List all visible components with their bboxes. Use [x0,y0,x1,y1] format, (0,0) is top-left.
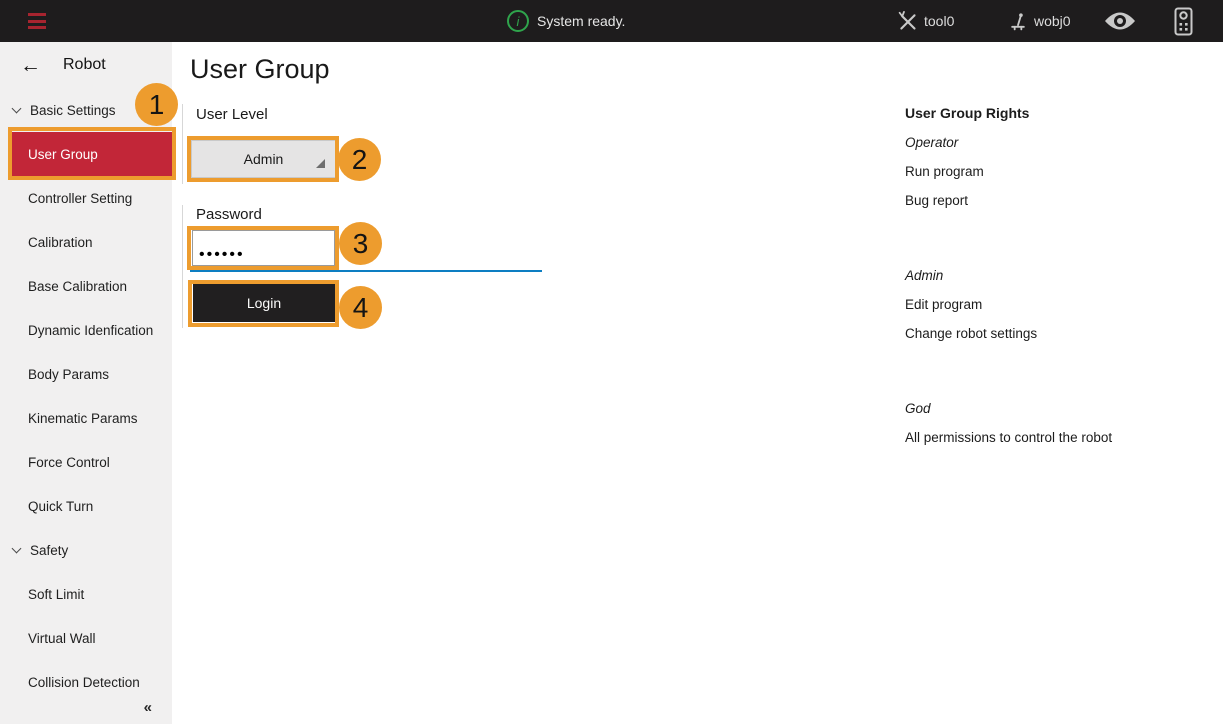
permission-item: Bug report [905,186,1205,215]
user-group-rights-panel: User Group Rights Operator Run program B… [905,99,1205,452]
nav-item-label: Calibration [28,235,93,250]
rights-title: User Group Rights [905,99,1205,128]
nav-item-label: Collision Detection [28,675,140,690]
permission-item: Run program [905,157,1205,186]
sidebar-item-quick-turn[interactable]: Quick Turn [0,484,172,528]
login-button[interactable]: Login [193,284,335,322]
wobj-selector[interactable]: wobj0 [1008,0,1071,42]
sidebar-item-user-group[interactable]: User Group [12,132,172,176]
info-icon: i [507,10,529,32]
collapse-sidebar-button[interactable]: « [144,699,152,716]
monitor-button[interactable] [1104,0,1136,42]
menu-icon [28,13,46,16]
nav-item-label: User Group [28,147,98,162]
chevron-down-icon [12,103,22,113]
sidebar-title: Robot [63,56,106,74]
menu-icon [28,20,46,23]
sidebar-item-calibration[interactable]: Calibration [0,220,172,264]
permission-item: Edit program [905,290,1205,319]
nav-item-label: Controller Setting [28,191,132,206]
annotation-step-4: 4 [339,286,382,329]
nav-item-label: Base Calibration [28,279,127,294]
section-basic-settings[interactable]: Basic Settings [0,88,172,132]
role-operator: Operator [905,128,1205,157]
tool-wrench-icon [897,11,918,32]
nav-item-label: Kinematic Params [28,411,138,426]
group-divider [182,104,183,184]
robot-settings-screen: i System ready. tool0 wobj0 [0,0,1223,724]
sidebar-item-dynamic-idenfication[interactable]: Dynamic Idenfication [0,308,172,352]
sidebar-nav: Basic Settings User Group Controller Set… [0,88,172,704]
field-focus-underline [190,270,542,272]
nav-item-label: Force Control [28,455,110,470]
section-label: Basic Settings [30,103,116,118]
sidebar: ← Robot Basic Settings User Group Contro… [0,42,172,724]
sidebar-item-soft-limit[interactable]: Soft Limit [0,572,172,616]
section-safety[interactable]: Safety [0,528,172,572]
group-divider [182,205,183,328]
password-label: Password [196,206,262,223]
user-level-dropdown[interactable]: Admin [191,140,336,178]
topbar: i System ready. tool0 wobj0 [0,0,1223,42]
sidebar-item-virtual-wall[interactable]: Virtual Wall [0,616,172,660]
menu-button[interactable] [28,13,46,29]
permission-item: All permissions to control the robot [905,423,1205,452]
page-title: User Group [190,54,330,85]
sidebar-header: ← Robot [0,42,172,88]
annotation-step-3: 3 [339,222,382,265]
pendant-button[interactable] [1174,0,1193,42]
sidebar-item-base-calibration[interactable]: Base Calibration [0,264,172,308]
nav-item-label: Quick Turn [28,499,93,514]
annotation-step-2: 2 [338,138,381,181]
user-level-label: User Level [196,106,268,123]
eye-icon [1104,11,1136,31]
nav-item-label: Soft Limit [28,587,84,602]
permission-item: Change robot settings [905,319,1205,348]
sidebar-item-body-params[interactable]: Body Params [0,352,172,396]
sidebar-item-collision-detection[interactable]: Collision Detection [0,660,172,704]
tool-label: tool0 [924,13,954,29]
sidebar-item-force-control[interactable]: Force Control [0,440,172,484]
role-admin: Admin [905,261,1205,290]
wobj-joystick-icon [1008,10,1028,32]
nav-item-label: Virtual Wall [28,631,96,646]
nav-item-label: Dynamic Idenfication [28,323,153,338]
status-text: System ready. [537,13,625,29]
nav-item-label: Body Params [28,367,109,382]
dropdown-grip-icon [316,159,325,168]
pendant-icon [1174,7,1193,36]
sidebar-item-controller-setting[interactable]: Controller Setting [0,176,172,220]
role-god: God [905,394,1205,423]
user-level-value: Admin [244,151,284,167]
menu-icon [28,26,46,29]
section-label: Safety [30,543,68,558]
password-input[interactable] [192,230,335,266]
wobj-label: wobj0 [1034,13,1071,29]
system-status: i System ready. [507,0,625,42]
tool-selector[interactable]: tool0 [897,0,954,42]
chevron-down-icon [12,543,22,553]
sidebar-item-kinematic-params[interactable]: Kinematic Params [0,396,172,440]
back-button[interactable]: ← [20,55,41,76]
